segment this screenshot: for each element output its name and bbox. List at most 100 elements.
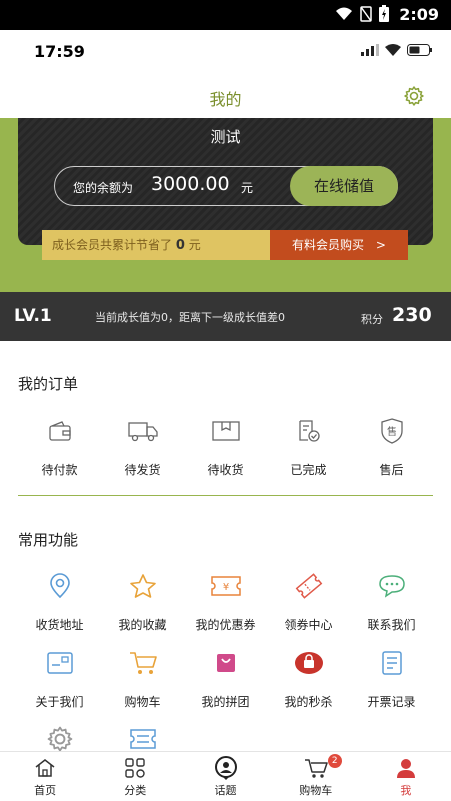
orders-row: 待付款 待发货 待收货 已完成 售 售后 [18, 415, 433, 478]
balance-label: 您的余额为 [73, 181, 134, 195]
tab-label: 首页 [34, 784, 57, 797]
system-status-bar: 2:09 [0, 0, 451, 30]
function-label: 我的优惠券 [195, 618, 256, 632]
coupon-icon: ¥ [210, 576, 241, 596]
battery-icon [407, 44, 432, 56]
tab-topic[interactable]: 话题 [180, 752, 270, 801]
function-label: 联系我们 [367, 618, 416, 632]
chevron-right-icon: > [375, 238, 386, 252]
nav-bar: 我的 [0, 74, 451, 118]
info-card-icon [46, 652, 73, 674]
functions-row-1: 收货地址 我的收藏 ¥ 我的优惠券 领券中心 联系我们 [18, 570, 433, 633]
chat-icon [378, 575, 405, 598]
app-status-bar: 17:59 [0, 30, 451, 74]
order-label: 待付款 [41, 463, 78, 477]
status-icons [361, 44, 433, 56]
tab-label: 我 [400, 784, 412, 797]
battery-charging-icon [379, 5, 389, 22]
functions-title: 常用功能 [18, 531, 79, 549]
order-completed[interactable]: 已完成 [267, 415, 350, 478]
balance-unit: 元 [241, 181, 254, 195]
settings-icon [47, 726, 72, 752]
functions-row-2: 关于我们 购物车 我的拼团 我的秒杀 开票记录 [18, 647, 433, 710]
wifi-icon [336, 7, 352, 20]
points-label: 积分 [361, 313, 383, 326]
recharge-button[interactable]: 在线储值 [290, 166, 398, 206]
tab-label: 购物车 [299, 784, 333, 797]
bottom-tab-bar: 首页 分类 话题 2 购物车 我 [0, 751, 451, 801]
star-icon [129, 574, 156, 598]
function-invoice[interactable]: 开票记录 [350, 647, 433, 710]
completed-doc-icon [298, 420, 320, 442]
function-label: 领券中心 [284, 618, 333, 632]
group-bag-icon [216, 654, 235, 672]
orders-title: 我的订单 [18, 375, 79, 393]
order-pending-payment[interactable]: 待付款 [18, 415, 101, 478]
cart-badge: 2 [327, 754, 342, 768]
function-group-buy[interactable]: 我的拼团 [184, 647, 267, 710]
cart-icon [129, 652, 157, 674]
order-pending-shipment[interactable]: 待发货 [101, 415, 184, 478]
svg-text:售: 售 [387, 425, 397, 438]
cart-icon [304, 759, 328, 778]
wallet-icon [48, 421, 71, 441]
system-time: 2:09 [399, 5, 439, 24]
tab-cart[interactable]: 2 购物车 [271, 752, 361, 801]
no-sim-icon [360, 5, 372, 22]
tab-home[interactable]: 首页 [0, 752, 90, 801]
truck-icon [127, 422, 158, 442]
page-title: 我的 [209, 90, 242, 109]
location-pin-icon [49, 573, 70, 599]
member-card: 测试 您的余额为 3000.00 元 在线储值 [18, 118, 433, 245]
function-label: 关于我们 [35, 695, 84, 709]
order-after-sales[interactable]: 售 售后 [350, 415, 433, 478]
flash-sale-icon [294, 652, 323, 674]
package-icon [211, 421, 240, 441]
points-value: 230 [392, 304, 432, 326]
function-label: 我的秒杀 [284, 695, 333, 709]
ticket-icon [295, 573, 322, 599]
member-buy-button[interactable]: 有料会员购买 > [270, 230, 408, 260]
tab-category[interactable]: 分类 [90, 752, 180, 801]
status-time: 17:59 [34, 42, 85, 61]
savings-bar: 成长会员共累计节省了 0 元 有料会员购买 > [42, 230, 408, 260]
order-label: 待发货 [124, 463, 161, 477]
function-coupons[interactable]: ¥ 我的优惠券 [184, 570, 267, 633]
category-icon [125, 758, 145, 778]
balance-amount: 3000.00 [151, 173, 230, 195]
member-header: 测试 您的余额为 3000.00 元 在线储值 成长会员共累计节省了 0 元 有… [0, 118, 451, 292]
function-about[interactable]: 关于我们 [18, 647, 101, 710]
function-cart[interactable]: 购物车 [101, 647, 184, 710]
tab-label: 分类 [124, 784, 147, 797]
function-coupon-center[interactable]: 领券中心 [267, 570, 350, 633]
function-favorites[interactable]: 我的收藏 [101, 570, 184, 633]
function-address[interactable]: 收货地址 [18, 570, 101, 633]
topic-icon [214, 756, 237, 780]
tab-label: 话题 [214, 784, 237, 797]
balance-box: 您的余额为 3000.00 元 在线储值 [54, 166, 398, 206]
invoice-icon [381, 651, 402, 675]
profile-icon [396, 759, 415, 778]
home-icon [35, 759, 55, 777]
tab-me[interactable]: 我 [361, 752, 451, 801]
growth-text: 当前成长值为0，距离下一级成长值差0 [95, 311, 285, 324]
system-icons [335, 5, 389, 22]
settings-gear-icon[interactable] [403, 85, 425, 107]
savings-prefix: 成长会员共累计节省了 [52, 238, 173, 252]
level-label: LV.1 [14, 306, 52, 326]
savings-amount: 0 [175, 238, 185, 253]
savings-unit: 元 [188, 238, 201, 252]
function-contact[interactable]: 联系我们 [350, 570, 433, 633]
order-label: 已完成 [290, 463, 327, 477]
savings-info: 成长会员共累计节省了 0 元 [42, 230, 270, 260]
function-label: 我的拼团 [201, 695, 250, 709]
svg-text:¥: ¥ [222, 582, 228, 593]
user-name: 测试 [210, 128, 241, 146]
order-pending-receipt[interactable]: 待收货 [184, 415, 267, 478]
scan-ticket-icon [129, 729, 156, 749]
wifi-icon [385, 44, 401, 56]
function-label: 收货地址 [35, 618, 84, 632]
function-flash-sale[interactable]: 我的秒杀 [267, 647, 350, 710]
function-label: 开票记录 [367, 695, 416, 709]
member-buy-label: 有料会员购买 [292, 238, 365, 252]
